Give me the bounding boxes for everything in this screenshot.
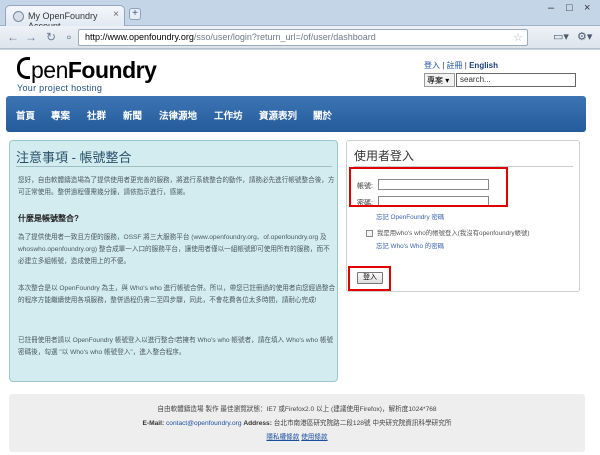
footer-links: 隱私權條款 使用條款	[9, 431, 585, 441]
notice-title: 注意事項 - 帳號整合	[16, 150, 132, 165]
logo-mark	[17, 57, 30, 79]
footer-browser-note: 自由軟體鑄造場 製作 最佳瀏覽狀態：IE7 或Firefox2.0 以上 (建議…	[157, 406, 437, 413]
terms-link[interactable]: 使用條款	[301, 434, 327, 441]
browser-tab-bar: My OpenFoundry Account × + – □ ×	[0, 0, 600, 31]
close-tab-icon[interactable]: ×	[113, 9, 119, 20]
register-link[interactable]: 註冊	[447, 61, 463, 70]
forgot-whoswho-link[interactable]: 忘記 Who's Who 的密碼	[376, 241, 444, 250]
window-close-icon[interactable]: ×	[584, 2, 590, 14]
nav-item-legal[interactable]: 法律源地	[159, 108, 197, 122]
footer-contact: E-Mail: contact@openfoundry.org Address:…	[142, 420, 452, 427]
new-tab-button[interactable]: +	[129, 8, 141, 20]
page-content: penFoundry Your project hosting 登入 | 註冊 …	[0, 50, 600, 455]
maximize-icon[interactable]: □	[566, 2, 573, 14]
address-bar[interactable]: http://www.openfoundry.org/sso/user/logi…	[78, 29, 528, 46]
forgot-openfoundry-link[interactable]: 忘記 OpenFoundry 密碼	[376, 212, 444, 221]
address-text: 台北市南港區研究院路二段128號 中央研究院資訊科學研究所	[273, 420, 452, 427]
login-title: 使用者登入	[354, 149, 415, 163]
wrench-icon[interactable]: ⚙▾	[577, 30, 592, 43]
main-nav: 首頁 專案 社群 新聞 法律源地 工作坊 資源表列 關於	[6, 96, 586, 132]
notice-process: 本次整合是以 OpenFoundry 為主，與 Who's who 進行帳號合併…	[18, 285, 336, 304]
search-row: 專案 ▾ search...	[424, 73, 576, 91]
notice-explain: 為了提供使用者一致且方便的服務，OSSF 將三大服務平台 (www.openfo…	[18, 234, 330, 265]
nav-item-home[interactable]: 首頁	[16, 108, 35, 122]
nav-item-resources[interactable]: 資源表列	[259, 108, 297, 122]
privacy-link[interactable]: 隱私權條款	[266, 434, 299, 441]
highlight-login-button	[348, 266, 391, 291]
notice-subtitle: 什麼是帳號整合?	[18, 214, 79, 223]
highlight-credentials	[349, 167, 508, 207]
nav-item-about[interactable]: 關於	[313, 108, 332, 122]
whoswho-login-checkbox[interactable]	[366, 230, 373, 237]
nav-item-projects[interactable]: 專案	[51, 108, 70, 122]
minimize-icon[interactable]: –	[548, 2, 554, 14]
nav-item-news[interactable]: 新聞	[123, 108, 142, 122]
slogan: Your project hosting	[17, 83, 103, 93]
browser-tab[interactable]: My OpenFoundry Account ×	[5, 5, 125, 31]
globe-icon	[13, 11, 24, 22]
notice-instructions: 已註冊使用者請以 OpenFoundry 帳號登入以進行整合!若擁有 Who's…	[18, 337, 334, 356]
page-icon: ▫	[66, 30, 72, 44]
openfoundry-logo[interactable]: penFoundry Your project hosting	[17, 57, 157, 93]
browser-toolbar: ← → ↻ ▫ http://www.openfoundry.org/sso/u…	[0, 26, 600, 49]
whoswho-login-label: 我是用who's who的帳號登入(我沒有openfoundry帳號)	[377, 230, 530, 237]
top-links: 登入 | 註冊 | English	[424, 61, 498, 70]
notice-panel: 注意事項 - 帳號整合 您好，自由軟體鑄造場為了提供使用者更完善的服務，將進行系…	[9, 140, 338, 382]
search-scope-select[interactable]: 專案 ▾	[424, 73, 455, 87]
email-link[interactable]: contact@openfoundry.org	[166, 420, 242, 427]
footer: 自由軟體鑄造場 製作 最佳瀏覽狀態：IE7 或Firefox2.0 以上 (建議…	[9, 394, 585, 452]
divider	[16, 166, 332, 167]
star-icon[interactable]: ☆	[513, 31, 523, 44]
page-menu-icon[interactable]: ▭▾	[553, 30, 569, 43]
reload-icon[interactable]: ↻	[44, 30, 58, 44]
notice-intro: 您好，自由軟體鑄造場為了提供使用者更完善的服務，將進行系統整合的動作，請務必先進…	[18, 177, 335, 196]
nav-item-workshop[interactable]: 工作坊	[214, 108, 243, 122]
english-link[interactable]: English	[469, 61, 498, 70]
nav-item-community[interactable]: 社群	[87, 108, 106, 122]
search-input[interactable]: search...	[456, 73, 576, 87]
login-link[interactable]: 登入	[424, 61, 440, 70]
forward-icon[interactable]: →	[24, 30, 38, 44]
back-icon[interactable]: ←	[6, 30, 20, 44]
